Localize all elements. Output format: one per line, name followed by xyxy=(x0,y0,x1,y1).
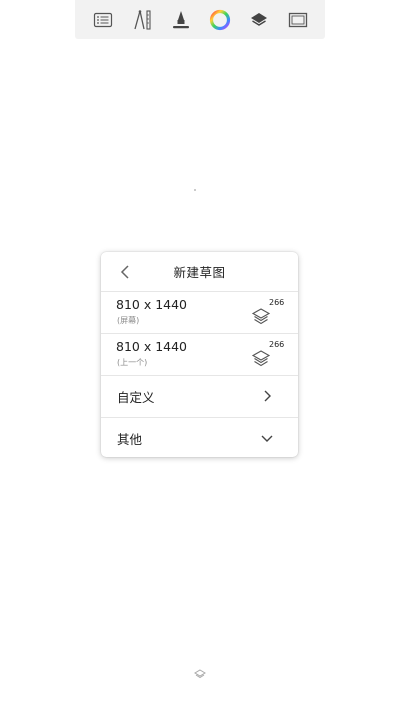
size-subtitle: (屏幕) xyxy=(117,316,140,325)
chevron-down-icon xyxy=(261,435,273,442)
custom-label: 自定义 xyxy=(117,390,155,405)
size-option-screen[interactable]: 810 x 1440 (屏幕) 266 xyxy=(101,291,298,333)
top-toolbar xyxy=(75,0,325,39)
color-wheel-icon[interactable] xyxy=(207,7,233,33)
other-label: 其他 xyxy=(117,432,143,447)
dialog-title: 新建草图 xyxy=(173,265,226,280)
back-icon[interactable] xyxy=(117,262,135,282)
ruler-compass-icon[interactable] xyxy=(129,7,155,33)
pen-icon[interactable] xyxy=(168,7,194,33)
size-label: 810 x 1440 xyxy=(116,339,188,354)
new-sketch-dialog: 新建草图 810 x 1440 (屏幕) 266 810 x 1440 (上一个… xyxy=(101,252,298,457)
bottom-toolbar-handle-icon[interactable] xyxy=(193,664,207,679)
canvas-frame-icon[interactable] xyxy=(285,7,311,33)
layers-outline-icon xyxy=(251,308,271,325)
custom-size-item[interactable]: 自定义 xyxy=(101,375,298,417)
chevron-right-icon xyxy=(264,390,271,402)
size-label: 810 x 1440 xyxy=(116,297,188,312)
layers-icon[interactable] xyxy=(246,7,272,33)
canvas-dot xyxy=(194,189,196,191)
list-icon[interactable] xyxy=(90,7,116,33)
dialog-header: 新建草图 xyxy=(101,252,298,291)
layers-outline-icon xyxy=(251,350,271,367)
size-option-previous[interactable]: 810 x 1440 (上一个) 266 xyxy=(101,333,298,375)
size-subtitle: (上一个) xyxy=(117,358,148,367)
other-options-item[interactable]: 其他 xyxy=(101,417,298,457)
